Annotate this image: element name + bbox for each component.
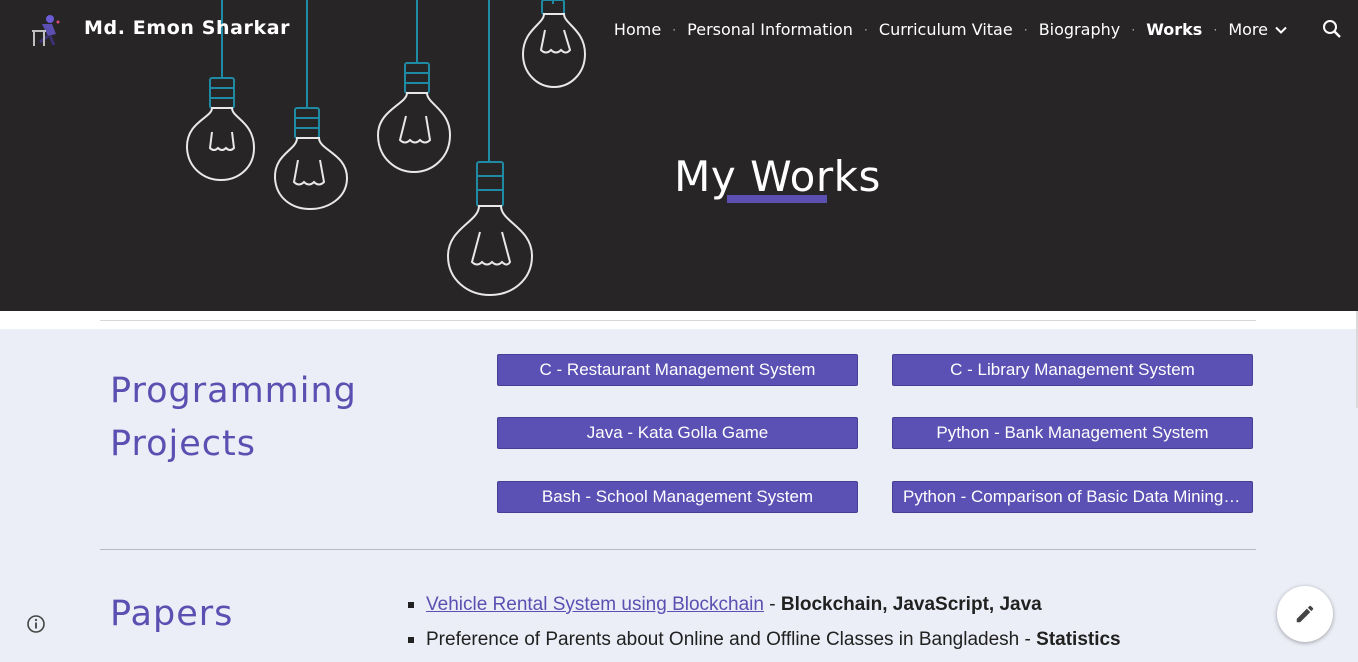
- bullet: [408, 637, 414, 643]
- nav-personal-information[interactable]: Personal Information: [687, 20, 853, 39]
- top-divider: [100, 320, 1256, 321]
- bullet: [408, 602, 414, 608]
- project-button-c-library[interactable]: C - Library Management System: [892, 354, 1253, 386]
- project-button-label: Python - Comparison of Basic Data Mining…: [903, 487, 1242, 506]
- paper-title: Preference of Parents about Online and O…: [426, 629, 1020, 650]
- programming-projects-heading: Programming Projects: [110, 365, 430, 471]
- hero-banner: Md. Emon Sharkar Home · Personal Informa…: [0, 0, 1358, 311]
- section-divider: [100, 549, 1256, 550]
- project-button-label: Java - Kata Golla Game: [586, 423, 769, 442]
- papers-list: Vehicle Rental System using Blockchain -…: [404, 592, 1121, 662]
- top-navigation-bar: Md. Emon Sharkar Home · Personal Informa…: [0, 0, 1358, 58]
- page-title: My Works: [674, 152, 881, 202]
- project-button-java-kata-golla[interactable]: Java - Kata Golla Game: [497, 417, 858, 449]
- nav-biography[interactable]: Biography: [1039, 20, 1121, 39]
- project-button-label: C - Restaurant Management System: [539, 360, 816, 379]
- list-item: Vehicle Rental System using Blockchain -…: [408, 592, 1121, 627]
- person-at-desk-logo-icon[interactable]: [28, 12, 66, 48]
- project-button-label: Bash - School Management System: [541, 487, 814, 506]
- paper-separator: -: [763, 594, 781, 615]
- project-button-label: Python - Bank Management System: [936, 423, 1209, 442]
- main-nav: Home · Personal Information · Curriculum…: [614, 18, 1288, 40]
- project-button-python-bank[interactable]: Python - Bank Management System: [892, 417, 1253, 449]
- paper-tags: Blockchain, JavaScript, Java: [780, 594, 1042, 615]
- nav-home[interactable]: Home: [614, 20, 661, 39]
- chevron-down-icon: [1275, 26, 1287, 34]
- pencil-icon: [1296, 605, 1314, 623]
- nav-curriculum-vitae[interactable]: Curriculum Vitae: [879, 20, 1013, 39]
- project-button-bash-school[interactable]: Bash - School Management System: [497, 481, 858, 513]
- nav-more[interactable]: More: [1228, 20, 1288, 39]
- paper-link[interactable]: Vehicle Rental System using Blockchain: [426, 594, 764, 615]
- project-button-label: C - Library Management System: [950, 360, 1195, 379]
- title-underline: [727, 195, 827, 203]
- nav-works[interactable]: Works: [1146, 20, 1202, 39]
- papers-heading: Papers: [110, 594, 234, 634]
- heading-line: Programming: [110, 371, 357, 411]
- nav-more-label: More: [1228, 19, 1268, 39]
- edit-button[interactable]: [1277, 586, 1333, 642]
- nav-separator: ·: [1213, 22, 1218, 36]
- nav-separator: ·: [672, 22, 677, 36]
- project-button-python-data-mining[interactable]: Python - Comparison of Basic Data Mining…: [892, 481, 1253, 513]
- nav-separator: ·: [863, 22, 868, 36]
- nav-separator: ·: [1131, 22, 1136, 36]
- site-title[interactable]: Md. Emon Sharkar: [84, 17, 290, 39]
- paper-tags: Statistics: [1036, 629, 1121, 650]
- search-icon[interactable]: [1320, 17, 1344, 41]
- project-button-c-restaurant[interactable]: C - Restaurant Management System: [497, 354, 858, 386]
- list-item: Preference of Parents about Online and O…: [408, 627, 1121, 662]
- heading-line: Projects: [110, 424, 256, 464]
- nav-separator: ·: [1023, 22, 1028, 36]
- info-icon[interactable]: [24, 612, 48, 636]
- paper-separator: -: [1019, 629, 1037, 650]
